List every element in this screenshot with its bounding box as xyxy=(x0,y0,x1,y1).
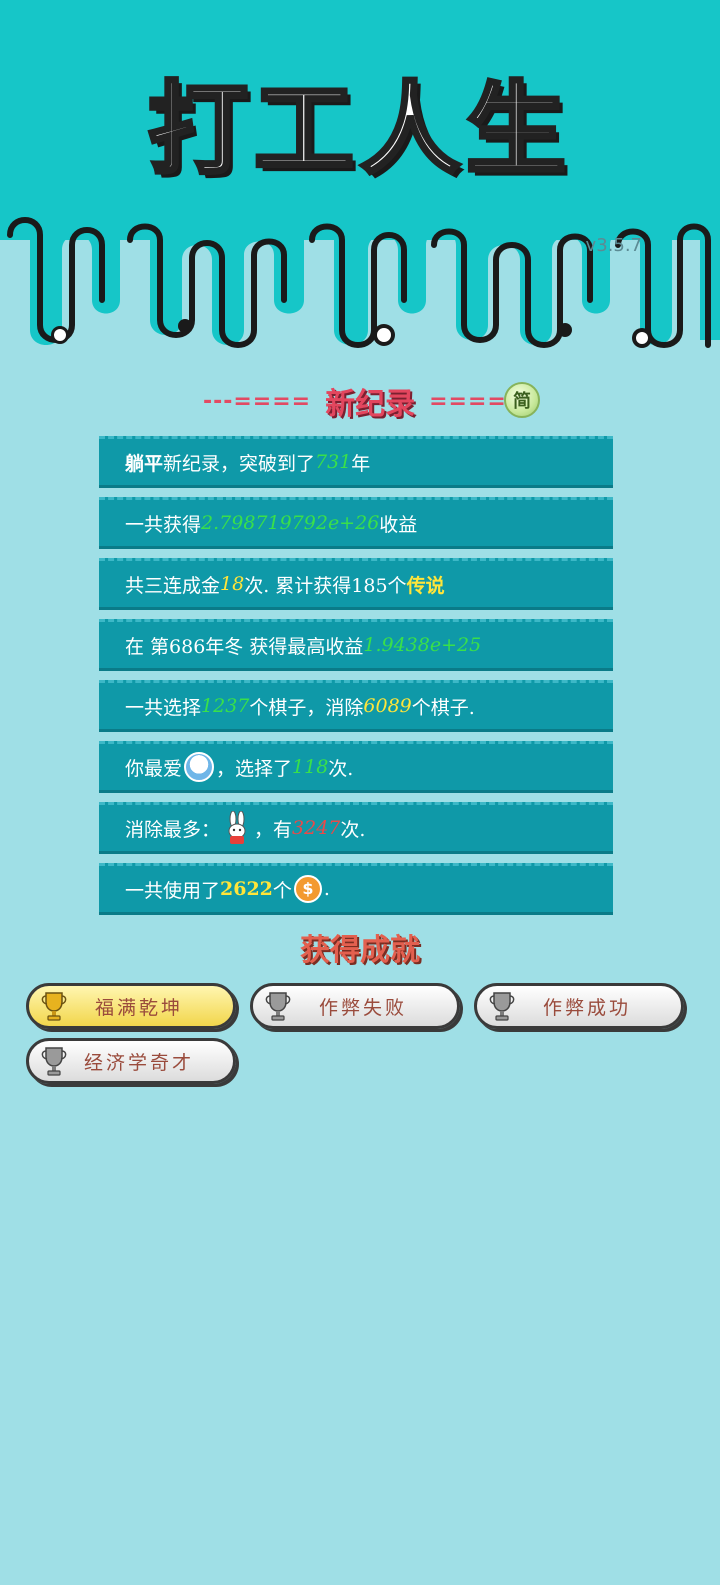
achievement-badge[interactable]: 作弊失败 xyxy=(250,983,460,1029)
rice-bowl-icon xyxy=(184,752,215,782)
stat-value: 18 xyxy=(220,573,245,595)
trophy-icon xyxy=(41,992,67,1021)
simplified-badge-label: 简 xyxy=(513,391,531,412)
stat-text: 共三连成金 xyxy=(125,574,221,597)
stat-text: 一共获得 xyxy=(125,513,202,536)
achievement-label: 福满乾坤 xyxy=(94,996,183,1019)
stat-value: 3247 xyxy=(292,817,341,839)
stat-row-favorite: 你最爱 ，选择了 118 次. xyxy=(99,741,613,793)
record-left-decoration: ---==== xyxy=(202,388,312,414)
trophy-icon xyxy=(489,992,515,1021)
stat-text: 你最爱 xyxy=(125,757,183,780)
simplified-chinese-toggle[interactable]: 简 xyxy=(504,382,540,418)
stat-value: 2.798719792e+26 xyxy=(201,512,380,534)
stat-value: 1.9438e+25 xyxy=(363,634,482,656)
app-title: 打工人生 xyxy=(146,69,572,190)
stats-list: 躺平 新纪录，突破到了 731 年 一共获得 2.798719792e+26 收… xyxy=(99,436,613,924)
stat-row-most-removed: 消除最多： ，有 3247 次. xyxy=(99,802,613,854)
rabbit-icon xyxy=(228,811,246,844)
stat-row-coins: 一共使用了 2622 个 $ . xyxy=(99,863,613,915)
stat-row-pieces: 一共选择 1237 个棋子，消除 6089 个棋子. xyxy=(99,680,613,732)
coin-icon: $ xyxy=(293,875,322,903)
stat-highlight: 躺平 xyxy=(125,452,164,475)
achievement-badge[interactable]: 经济学奇才 xyxy=(26,1038,236,1084)
stat-value: 1237 xyxy=(201,695,250,717)
stat-text: 一共选择 xyxy=(125,696,202,719)
achievements-title: 获得成就 xyxy=(300,933,420,968)
trophy-icon xyxy=(265,992,291,1021)
stat-text: 年 xyxy=(351,452,371,475)
stat-text: 个棋子. xyxy=(411,696,475,719)
stat-text: . xyxy=(323,878,330,900)
achievement-badge[interactable]: 福满乾坤 xyxy=(26,983,236,1029)
stat-row-triple-gold: 共三连成金 18 次. 累计获得185个 传说 xyxy=(99,558,613,610)
record-title: 新纪录 xyxy=(325,387,416,422)
stat-text: 一共使用了 xyxy=(125,879,221,902)
achievement-badge[interactable]: 作弊成功 xyxy=(474,983,684,1029)
stat-text: ，选择了 xyxy=(216,757,293,780)
stat-text: 在 第686年冬 获得最高收益 xyxy=(125,635,364,658)
achievement-label: 作弊失败 xyxy=(318,996,407,1019)
stat-value: 731 xyxy=(315,451,352,473)
stat-text: 消除最多： xyxy=(125,818,221,841)
stat-text: 新纪录，突破到了 xyxy=(163,452,316,475)
stat-value: 传说 xyxy=(406,574,445,597)
stat-text: 个 xyxy=(272,879,292,902)
stat-value: 2622 xyxy=(220,878,273,900)
stat-text: 次. 累计获得185个 xyxy=(244,574,407,597)
achievement-label: 作弊成功 xyxy=(542,996,631,1019)
stat-value: 118 xyxy=(292,756,329,778)
stat-value: 6089 xyxy=(363,695,412,717)
stat-row-total-income: 一共获得 2.798719792e+26 收益 xyxy=(99,497,613,549)
stat-text: 收益 xyxy=(379,513,418,536)
trophy-icon xyxy=(41,1047,67,1076)
stat-row-highest-income: 在 第686年冬 获得最高收益 1.9438e+25 xyxy=(99,619,613,671)
record-header: ---==== 新纪录 ====- xyxy=(0,378,720,424)
stat-text: 次. xyxy=(328,757,354,780)
achievement-label: 经济学奇才 xyxy=(83,1051,194,1074)
stat-text: 个棋子，消除 xyxy=(249,696,364,719)
stat-text: ，有 xyxy=(254,818,293,841)
stat-row-years: 躺平 新纪录，突破到了 731 年 xyxy=(99,436,613,488)
version-label: v3.5.7 xyxy=(585,235,642,256)
stat-text: 次. xyxy=(340,818,366,841)
